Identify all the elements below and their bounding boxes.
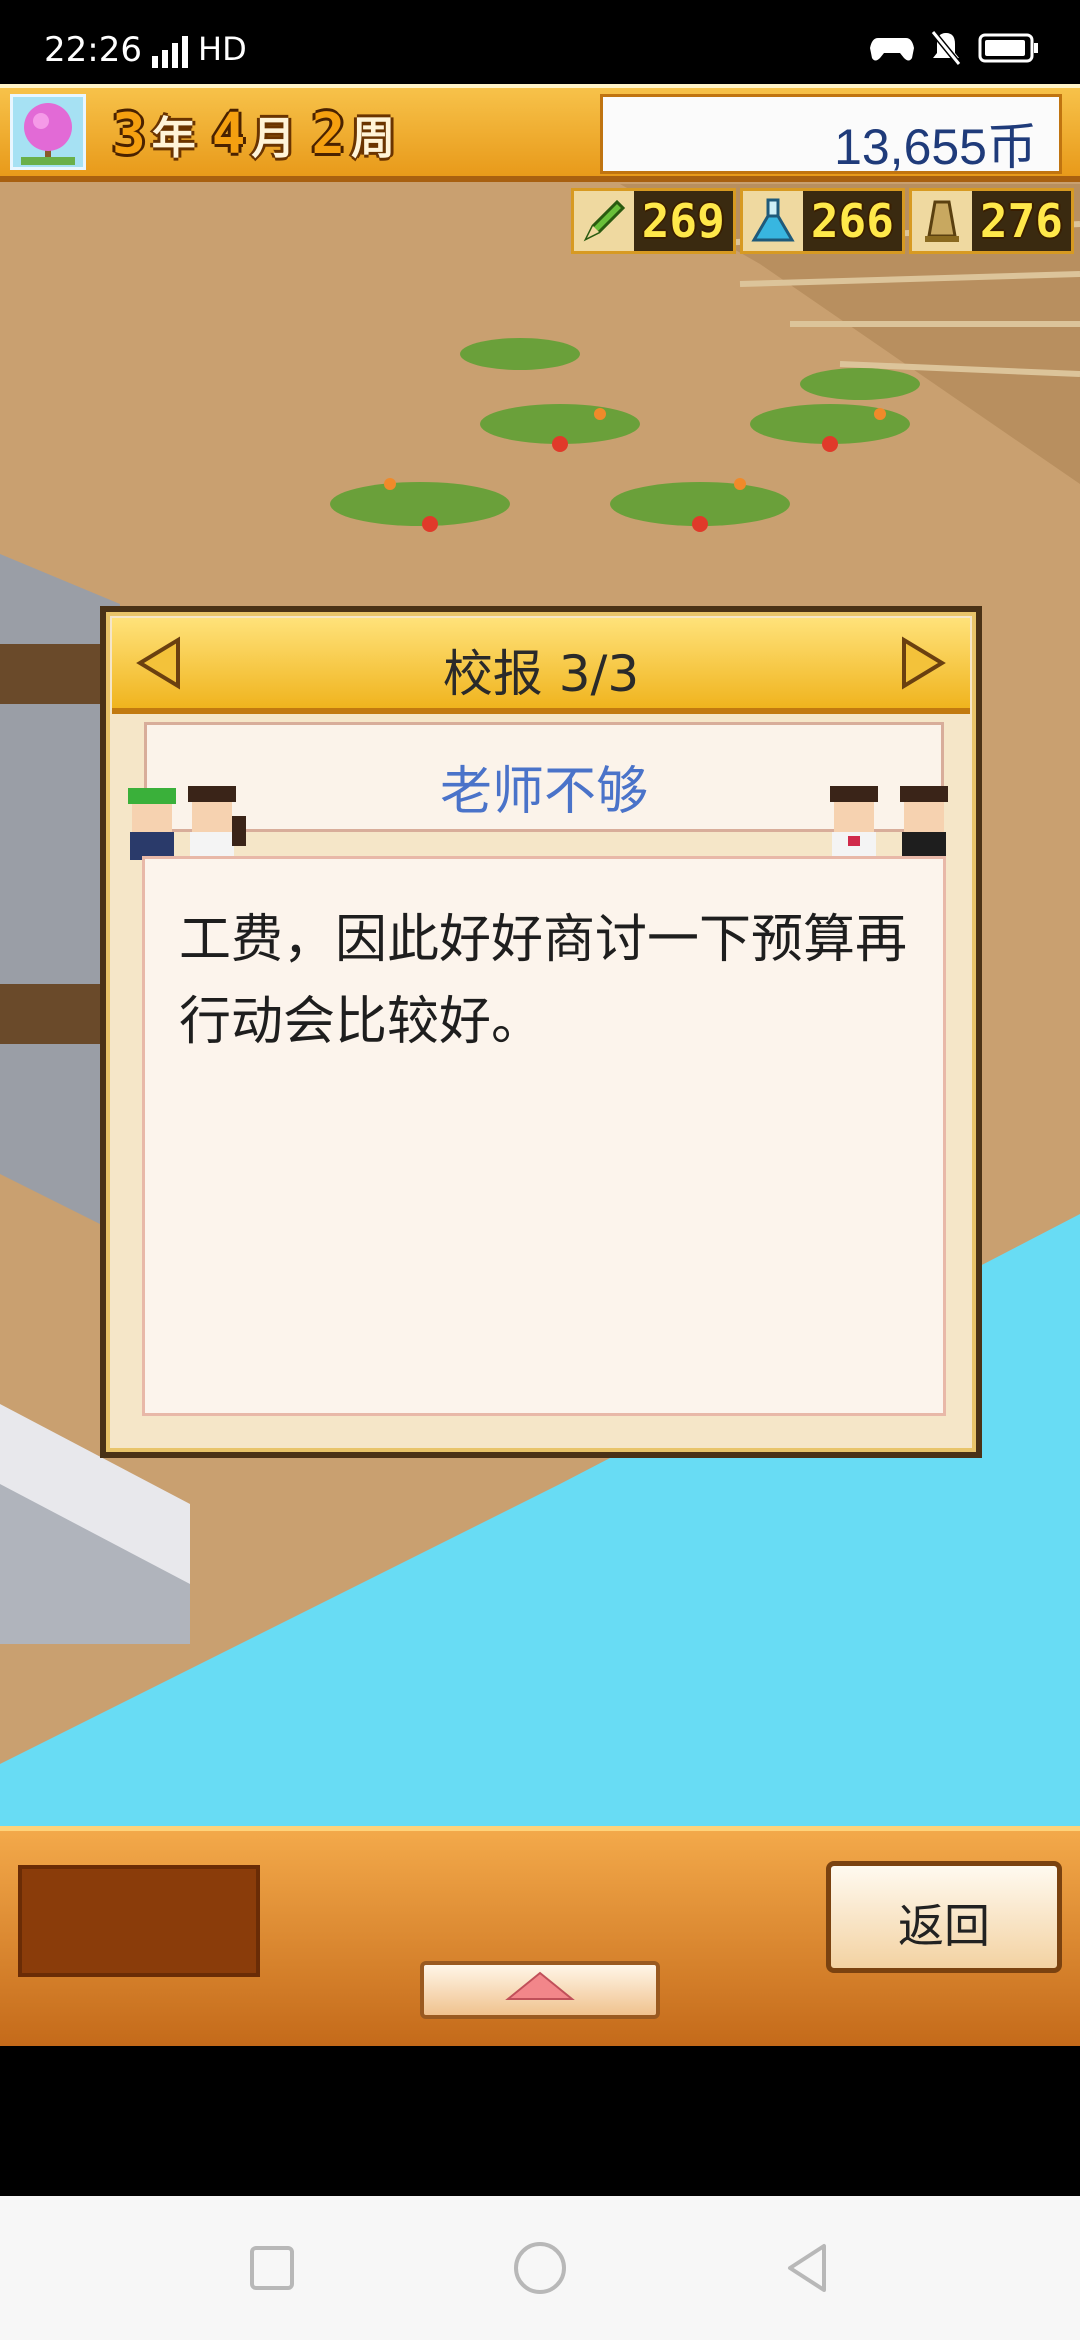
- bell-value: 276: [979, 194, 1063, 248]
- dialog-header: 校报 3/3: [112, 618, 970, 714]
- gamepad-icon: [870, 38, 914, 61]
- student-characters-right: [830, 786, 948, 860]
- resource-bar: 269 266 276: [570, 188, 1074, 254]
- money-display: 13,655币: [600, 94, 1062, 175]
- mute-icon: [930, 30, 962, 66]
- month-value: 4: [211, 101, 246, 167]
- resource-pencil: 269: [570, 188, 736, 254]
- year-unit: 年: [151, 113, 196, 164]
- week-value: 2: [311, 101, 346, 167]
- info-slot: [18, 1865, 260, 1977]
- article-text: 工费，因此好好商讨一下预算再行动会比较好。: [179, 910, 908, 1052]
- back-button-label: 返回: [898, 1899, 990, 1953]
- back-nav-icon[interactable]: [776, 2236, 840, 2300]
- letterbox: [0, 2046, 1080, 2196]
- home-icon[interactable]: [508, 2236, 572, 2300]
- bottom-panel: 返回: [0, 1826, 1080, 2046]
- tree-icon[interactable]: [10, 94, 86, 170]
- newspaper-dialog: 校报 3/3 老师不够 工费，因此好好商讨一下预算再行动会比较好。: [100, 606, 982, 1458]
- week-unit: 周: [351, 113, 396, 164]
- money-value: 13,655币: [834, 119, 1037, 175]
- pencil-value: 269: [641, 194, 725, 248]
- back-button[interactable]: 返回: [826, 1861, 1062, 1973]
- status-bar: 22:26 HD: [0, 0, 1080, 84]
- next-page-arrow-icon[interactable]: [898, 636, 948, 690]
- expand-up-button[interactable]: [420, 1961, 660, 2019]
- navigation-bar: [0, 2196, 1080, 2340]
- resource-flask: 266: [739, 188, 905, 254]
- month-unit: 月: [251, 113, 296, 164]
- flask-value: 266: [810, 194, 894, 248]
- game-date: 3 年 4 月 2 周: [112, 96, 405, 172]
- network-type: HD: [198, 30, 247, 68]
- bell-icon: [911, 191, 972, 251]
- article-box: 工费，因此好好商讨一下预算再行动会比较好。: [142, 856, 946, 1416]
- student-characters-left: [128, 786, 246, 860]
- status-time: 22:26: [44, 30, 142, 70]
- recent-apps-icon[interactable]: [240, 2236, 304, 2300]
- pencil-icon: [573, 191, 634, 251]
- resource-bell: 276: [908, 188, 1074, 254]
- signal-icon: [152, 36, 188, 68]
- dialog-title: 校报 3/3: [442, 645, 640, 703]
- flask-icon: [742, 191, 803, 251]
- year-value: 3: [112, 101, 146, 167]
- battery-icon: [978, 33, 1038, 63]
- hud-bar: 3 年 4 月 2 周 13,655币: [0, 84, 1080, 182]
- triangle-up-icon: [505, 1971, 575, 2000]
